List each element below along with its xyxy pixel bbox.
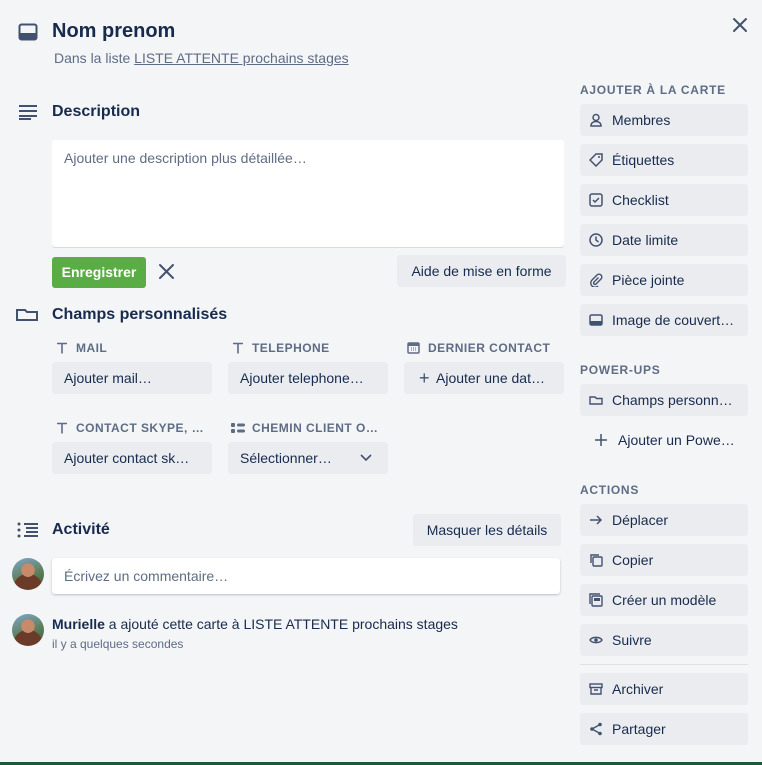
- hide-details-button[interactable]: Masquer les détails: [413, 514, 561, 546]
- attachment-button[interactable]: Pièce jointe: [580, 264, 748, 296]
- share-button[interactable]: Partager: [580, 713, 748, 745]
- add-powerup-label: Ajouter un Powe…: [618, 432, 735, 448]
- close-icon[interactable]: [728, 13, 752, 37]
- activity-entry: Murielle a ajouté cette carte à LISTE AT…: [52, 616, 458, 632]
- archive-label: Archiver: [612, 681, 664, 697]
- clock-icon: [589, 233, 603, 247]
- field-label-chemin-client: CHEMIN CLIENT O…: [252, 421, 379, 435]
- due-date-button[interactable]: Date limite: [580, 224, 748, 256]
- share-label: Partager: [612, 721, 666, 737]
- watch-button[interactable]: Suivre: [580, 624, 748, 656]
- checklist-button[interactable]: Checklist: [580, 184, 748, 216]
- labels-label: Étiquettes: [612, 152, 675, 168]
- field-label-mail: MAIL: [76, 341, 108, 355]
- copy-button[interactable]: Copier: [580, 544, 748, 576]
- field-label-dernier-contact: DERNIER CONTACT: [428, 341, 551, 355]
- field-value: Ajouter une dat…: [436, 370, 545, 386]
- labels-button[interactable]: Étiquettes: [580, 144, 748, 176]
- checklist-label: Checklist: [612, 192, 669, 208]
- create-template-label: Créer un modèle: [612, 592, 717, 608]
- description-icon: [18, 104, 38, 120]
- eye-icon: [589, 633, 603, 647]
- list-link[interactable]: LISTE ATTENTE prochains stages: [134, 50, 349, 66]
- cover-image-button[interactable]: Image de couvert…: [580, 304, 748, 336]
- comment-input[interactable]: Écrivez un commentaire…: [52, 558, 560, 594]
- activity-heading: Activité: [52, 521, 110, 538]
- description-input[interactable]: Ajouter une description plus détaillée…: [52, 140, 564, 247]
- card-title[interactable]: Nom prenom: [52, 20, 175, 43]
- custom-fields-button[interactable]: Champs personn…: [580, 384, 748, 416]
- card-list-info: Dans la liste LISTE ATTENTE prochains st…: [54, 50, 349, 66]
- cover-image-icon: [589, 313, 603, 327]
- activity-icon: [17, 522, 39, 538]
- activity-time[interactable]: il y a quelques secondes: [52, 637, 183, 651]
- template-icon: [589, 593, 603, 607]
- share-icon: [589, 722, 603, 736]
- members-label: Membres: [612, 112, 671, 128]
- field-input-contact-skype[interactable]: Ajouter contact sk…: [52, 442, 212, 474]
- field-input-dernier-contact[interactable]: + Ajouter une dat…: [404, 362, 564, 394]
- archive-button[interactable]: Archiver: [580, 673, 748, 705]
- label-icon: [589, 153, 603, 167]
- field-input-telephone[interactable]: Ajouter telephone…: [228, 362, 388, 394]
- cover-image-label: Image de couvert…: [612, 312, 735, 328]
- archive-icon: [589, 682, 603, 696]
- custom-fields-section-icon: [16, 307, 38, 321]
- copy-icon: [589, 553, 603, 567]
- watch-label: Suivre: [612, 632, 652, 648]
- create-template-button[interactable]: Créer un modèle: [580, 584, 748, 616]
- chevron-down-icon: [360, 453, 372, 463]
- add-to-card-heading: AJOUTER À LA CARTE: [580, 83, 726, 97]
- activity-user[interactable]: Murielle: [52, 616, 105, 632]
- activity-action: a ajouté cette carte à LISTE ATTENTE pro…: [108, 616, 458, 632]
- text-field-icon: [56, 422, 68, 434]
- description-heading: Description: [52, 103, 141, 120]
- arrow-right-icon: [589, 513, 603, 527]
- copy-label: Copier: [612, 552, 654, 568]
- list-prefix: Dans la liste: [54, 50, 131, 66]
- format-help-button[interactable]: Aide de mise en forme: [397, 255, 566, 287]
- custom-fields-heading: Champs personnalisés: [52, 306, 228, 323]
- paperclip-icon: [589, 273, 603, 287]
- custom-fields-icon: [589, 393, 603, 407]
- cancel-icon[interactable]: [156, 261, 178, 283]
- calendar-icon: [407, 341, 420, 354]
- move-button[interactable]: Déplacer: [580, 504, 748, 536]
- attachment-label: Pièce jointe: [612, 272, 685, 288]
- person-icon: [589, 113, 603, 127]
- text-field-icon: [56, 342, 68, 354]
- sidebar-divider: [580, 664, 748, 665]
- members-button[interactable]: Membres: [580, 104, 748, 136]
- due-date-label: Date limite: [612, 232, 679, 248]
- powerups-heading: POWER-UPS: [580, 363, 661, 377]
- plus-icon: +: [419, 368, 430, 388]
- move-label: Déplacer: [612, 512, 669, 528]
- select-value: Sélectionner…: [240, 450, 332, 466]
- field-input-mail[interactable]: Ajouter mail…: [52, 362, 212, 394]
- field-label-contact-skype: CONTACT SKYPE, …: [76, 421, 205, 435]
- field-select-chemin-client[interactable]: Sélectionner…: [228, 442, 388, 474]
- save-button[interactable]: Enregistrer: [52, 257, 146, 288]
- plus-icon: [594, 433, 608, 447]
- add-powerup-button[interactable]: Ajouter un Powe…: [580, 424, 748, 456]
- dropdown-field-icon: [231, 422, 245, 434]
- custom-fields-label: Champs personn…: [612, 392, 733, 408]
- avatar: [12, 614, 44, 646]
- avatar: [12, 558, 44, 590]
- field-label-telephone: TELEPHONE: [252, 341, 330, 355]
- checklist-icon: [589, 193, 603, 207]
- card-icon: [18, 23, 38, 41]
- actions-heading: ACTIONS: [580, 483, 640, 497]
- text-field-icon: [232, 342, 244, 354]
